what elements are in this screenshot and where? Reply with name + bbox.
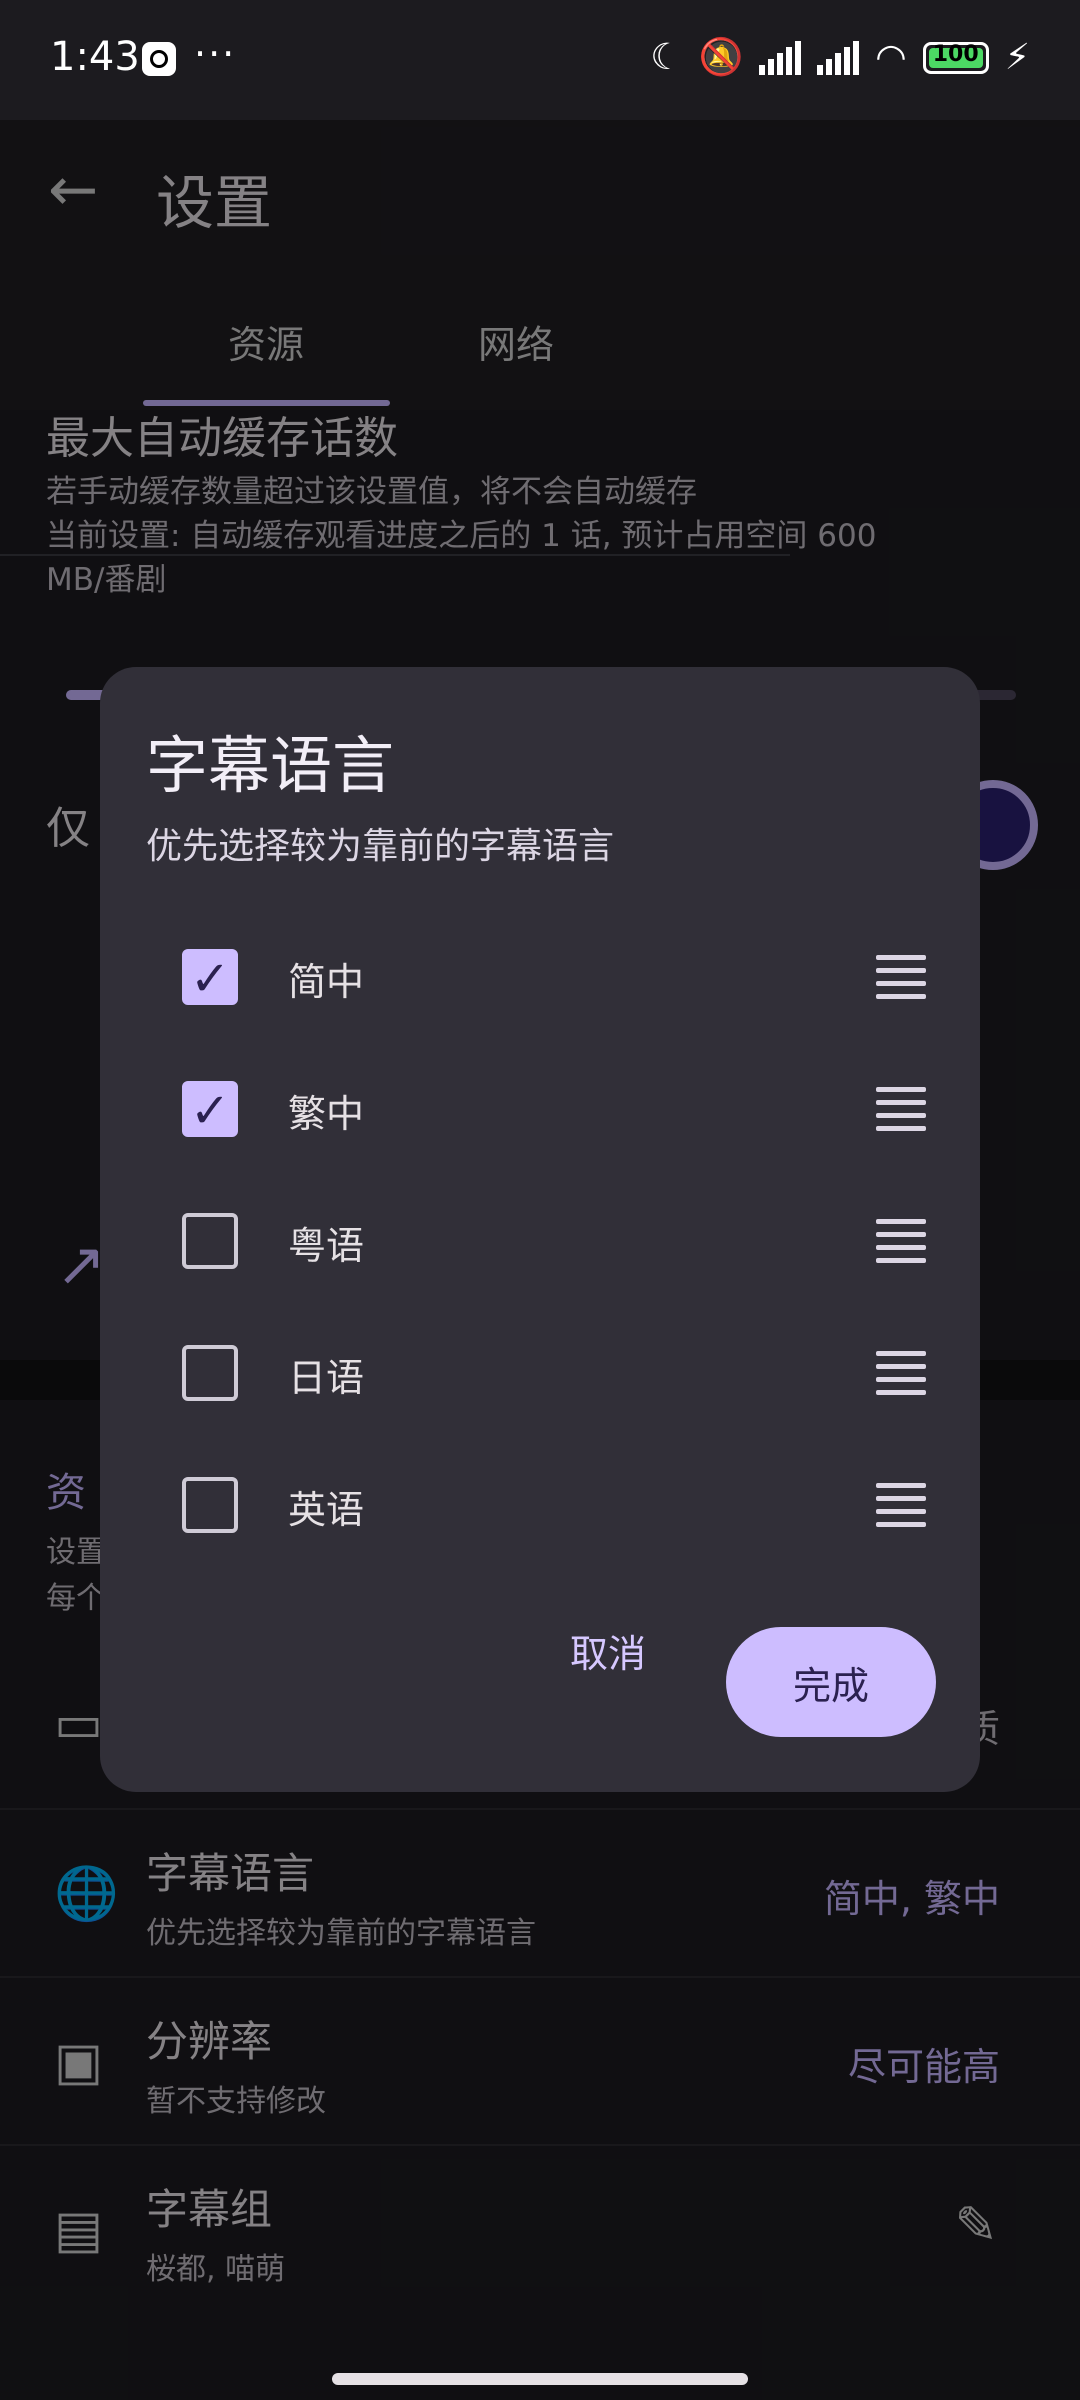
- drag-handle-icon[interactable]: [876, 955, 926, 999]
- checkbox[interactable]: ✓: [182, 949, 238, 1007]
- wifi-icon: ◠: [875, 37, 907, 78]
- language-option-simplified-chinese[interactable]: ✓ 简中: [100, 911, 980, 1043]
- do-not-disturb-icon: ☾: [650, 37, 683, 78]
- charging-icon: ⚡: [1004, 37, 1030, 78]
- checkbox[interactable]: [182, 1345, 238, 1401]
- language-option-cantonese[interactable]: 粤语: [100, 1175, 980, 1307]
- battery-level: 100: [932, 42, 979, 67]
- signal-icon-1: [759, 41, 802, 75]
- checkbox[interactable]: [182, 1213, 238, 1269]
- drag-handle-icon[interactable]: [876, 1219, 926, 1263]
- dialog-subtitle: 优先选择较为靠前的字幕语言: [146, 826, 615, 867]
- signal-icon-2: [817, 41, 860, 75]
- language-label: 繁中: [288, 1092, 365, 1136]
- done-button[interactable]: 完成: [726, 1627, 936, 1737]
- more-notifications-icon: ···: [194, 32, 237, 76]
- subtitle-language-dialog: 字幕语言 优先选择较为靠前的字幕语言 ✓ 简中 ✓ 繁中 粤语 日语 英语 取消…: [100, 667, 980, 1792]
- language-option-japanese[interactable]: 日语: [100, 1307, 980, 1439]
- language-option-english[interactable]: 英语: [100, 1439, 980, 1571]
- check-icon: ✓: [190, 1083, 231, 1139]
- home-indicator[interactable]: [332, 2373, 748, 2385]
- drag-handle-icon[interactable]: [876, 1483, 926, 1527]
- language-label: 日语: [288, 1356, 365, 1400]
- language-option-traditional-chinese[interactable]: ✓ 繁中: [100, 1043, 980, 1175]
- drag-handle-icon[interactable]: [876, 1087, 926, 1131]
- status-time: 1:43: [50, 34, 140, 80]
- clock-app-icon: [142, 42, 176, 76]
- cancel-button[interactable]: 取消: [558, 1613, 658, 1688]
- checkbox[interactable]: ✓: [182, 1081, 238, 1139]
- check-icon: ✓: [190, 951, 231, 1007]
- language-label: 粤语: [288, 1224, 365, 1268]
- muted-bell-icon: 🔕: [698, 37, 744, 78]
- dialog-title: 字幕语言: [146, 729, 395, 802]
- checkbox[interactable]: [182, 1477, 238, 1533]
- language-label: 英语: [288, 1488, 365, 1532]
- drag-handle-icon[interactable]: [876, 1351, 926, 1395]
- language-label: 简中: [288, 960, 365, 1004]
- battery-icon: 100: [922, 42, 989, 74]
- status-bar: 1:43 ··· ☾ 🔕 ◠ 100 ⚡: [0, 0, 1080, 120]
